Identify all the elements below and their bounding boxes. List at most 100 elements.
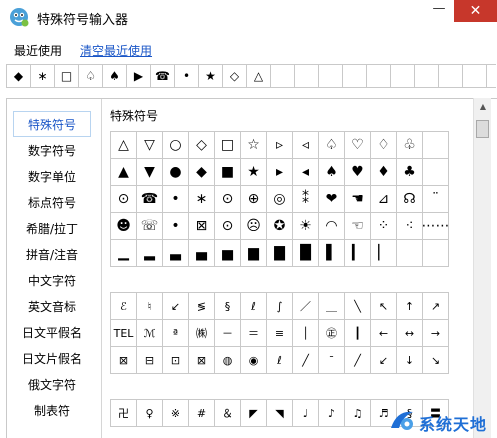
symbol-cell[interactable]: ▸ xyxy=(267,159,293,186)
sidebar-item[interactable]: 日文片假名 xyxy=(13,345,91,371)
symbol-cell[interactable]: ♠ xyxy=(319,159,345,186)
recent-symbol-cell[interactable] xyxy=(343,65,367,87)
recent-symbol-cell[interactable]: • xyxy=(175,65,199,87)
sidebar-item[interactable]: 数字符号 xyxy=(13,137,91,163)
symbol-cell[interactable]: ◎ xyxy=(267,186,293,213)
symbol-cell[interactable]: ↘ xyxy=(423,347,449,374)
symbol-cell[interactable]: ▄ xyxy=(189,240,215,267)
recent-symbol-cell[interactable]: ♠ xyxy=(103,65,127,87)
symbol-cell[interactable]: ▼ xyxy=(137,159,163,186)
symbol-cell[interactable]: ／ xyxy=(293,293,319,320)
symbol-cell[interactable]: ◃ xyxy=(293,132,319,159)
symbol-cell[interactable]: TEL xyxy=(111,320,137,347)
symbol-cell[interactable]: ● xyxy=(163,159,189,186)
symbol-cell[interactable]: ⁑ xyxy=(293,186,319,213)
symbol-cell[interactable]: ▃ xyxy=(163,240,189,267)
symbol-cell[interactable]: ⊠ xyxy=(189,213,215,240)
symbol-cell[interactable]: ⊡ xyxy=(163,347,189,374)
symbol-cell[interactable] xyxy=(397,240,423,267)
symbol-cell[interactable]: ℓ xyxy=(241,293,267,320)
recent-symbol-cell[interactable] xyxy=(391,65,415,87)
sidebar-item[interactable]: 日文平假名 xyxy=(13,319,91,345)
symbol-cell[interactable]: － xyxy=(215,320,241,347)
symbol-cell[interactable]: ♡ xyxy=(345,132,371,159)
symbol-cell[interactable] xyxy=(423,240,449,267)
symbol-cell[interactable]: █ xyxy=(293,240,319,267)
symbol-cell[interactable]: ▅ xyxy=(215,240,241,267)
symbol-cell[interactable]: ☻ xyxy=(111,213,137,240)
symbol-cell[interactable]: ℓ xyxy=(267,347,293,374)
symbol-cell[interactable]: ☊ xyxy=(397,186,423,213)
sidebar-item[interactable]: 数字单位 xyxy=(13,163,91,189)
recent-symbol-cell[interactable]: ☎ xyxy=(151,65,175,87)
symbol-cell[interactable]: ▂ xyxy=(137,240,163,267)
recent-symbol-cell[interactable]: ◇ xyxy=(223,65,247,87)
symbol-cell[interactable]: ⊠ xyxy=(111,347,137,374)
symbol-cell[interactable]: │ xyxy=(293,320,319,347)
symbol-cell[interactable] xyxy=(423,159,449,186)
symbol-cell[interactable]: ♩ xyxy=(293,400,319,427)
symbol-cell[interactable]: ♧ xyxy=(397,132,423,159)
symbol-cell[interactable]: ☚ xyxy=(345,186,371,213)
symbol-cell[interactable]: ╱ xyxy=(293,347,319,374)
symbol-cell[interactable]: ⊙ xyxy=(215,186,241,213)
recent-symbol-cell[interactable]: ∗ xyxy=(31,65,55,87)
symbol-cell[interactable]: ⁖ xyxy=(397,213,423,240)
symbol-cell[interactable]: ⊿ xyxy=(371,186,397,213)
symbol-cell[interactable]: ↑ xyxy=(397,293,423,320)
symbol-cell[interactable]: ◂ xyxy=(293,159,319,186)
symbol-cell[interactable]: ∗ xyxy=(189,186,215,213)
symbol-cell[interactable]: • xyxy=(163,213,189,240)
symbol-cell[interactable]: ♣ xyxy=(397,159,423,186)
sidebar-item[interactable]: 制表符 xyxy=(13,397,91,423)
sidebar-item[interactable]: 希腊/拉丁 xyxy=(13,215,91,241)
symbol-cell[interactable]: ℰ xyxy=(111,293,137,320)
symbol-cell[interactable]: ♀ xyxy=(137,400,163,427)
symbol-cell[interactable]: ㊣ xyxy=(319,320,345,347)
symbol-cell[interactable]: ◆ xyxy=(189,159,215,186)
symbol-cell[interactable]: ☏ xyxy=(137,213,163,240)
symbol-cell[interactable]: ⊕ xyxy=(241,186,267,213)
sidebar-item[interactable]: 标点符号 xyxy=(13,189,91,215)
recent-symbol-cell[interactable]: ★ xyxy=(199,65,223,87)
symbol-cell[interactable]: ✪ xyxy=(267,213,293,240)
recent-symbol-cell[interactable] xyxy=(415,65,439,87)
symbol-cell[interactable]: ♢ xyxy=(371,132,397,159)
symbol-cell[interactable]: ▌ xyxy=(319,240,345,267)
recent-symbol-cell[interactable] xyxy=(463,65,487,87)
symbol-cell[interactable]: ◥ xyxy=(267,400,293,427)
symbol-cell[interactable]: ☹ xyxy=(241,213,267,240)
symbol-cell[interactable]: → xyxy=(423,320,449,347)
symbol-cell[interactable]: ◇ xyxy=(189,132,215,159)
symbol-cell[interactable]: ☜ xyxy=(345,213,371,240)
symbol-cell[interactable]: ↙ xyxy=(371,347,397,374)
recent-symbol-cell[interactable] xyxy=(439,65,463,87)
symbol-cell[interactable]: ◤ xyxy=(241,400,267,427)
symbol-cell[interactable]: ▎ xyxy=(345,240,371,267)
symbol-cell[interactable]: ┃ xyxy=(345,320,371,347)
symbol-cell[interactable]: ☆ xyxy=(241,132,267,159)
symbol-cell[interactable]: ˉ xyxy=(319,347,345,374)
vertical-scrollbar[interactable]: ▲ xyxy=(473,98,491,438)
symbol-cell[interactable]: ⊙ xyxy=(111,186,137,213)
symbol-cell[interactable]: ⋯⋯ xyxy=(423,213,449,240)
symbol-cell[interactable]: ↓ xyxy=(397,347,423,374)
symbol-cell[interactable]: ♥ xyxy=(345,159,371,186)
symbol-cell[interactable]: ♤ xyxy=(319,132,345,159)
symbol-cell[interactable]: • xyxy=(163,186,189,213)
scroll-up-arrow-icon[interactable]: ▲ xyxy=(474,98,492,116)
symbol-cell[interactable]: ∫ xyxy=(267,293,293,320)
sidebar-item[interactable]: 拼音/注音 xyxy=(13,241,91,267)
symbol-cell[interactable]: ▹ xyxy=(267,132,293,159)
symbol-cell[interactable]: ↙ xyxy=(163,293,189,320)
symbol-cell[interactable]: ╲ xyxy=(345,293,371,320)
symbol-cell[interactable]: ★ xyxy=(241,159,267,186)
symbol-cell[interactable]: ♪ xyxy=(319,400,345,427)
recent-symbol-cell[interactable]: ◆ xyxy=(7,65,31,87)
clear-recent-link[interactable]: 清空最近使用 xyxy=(80,42,152,59)
symbol-cell[interactable]: ▁ xyxy=(111,240,137,267)
recent-symbol-cell[interactable]: △ xyxy=(247,65,271,87)
symbol-cell[interactable]: ☀ xyxy=(293,213,319,240)
symbol-cell[interactable]: ▽ xyxy=(137,132,163,159)
symbol-cell[interactable]: △ xyxy=(111,132,137,159)
